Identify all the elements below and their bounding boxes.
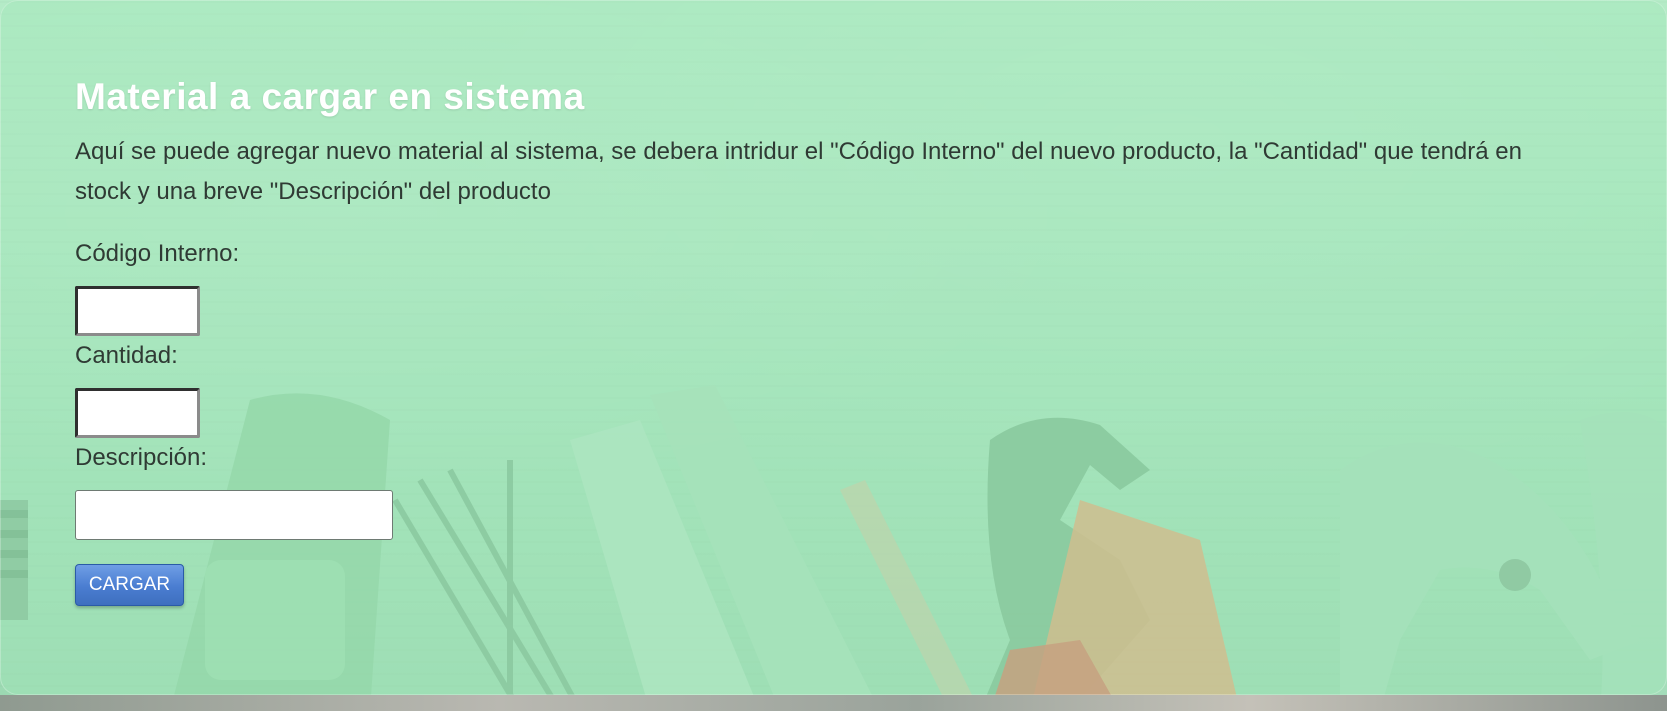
codigo-interno-label: Código Interno: — [75, 240, 240, 267]
descripcion-input[interactable] — [75, 490, 393, 540]
descripcion-label: Descripción: — [75, 444, 208, 471]
material-form: Código Interno: Cantidad: Descripción: C… — [75, 238, 1575, 606]
cantidad-label: Cantidad: — [75, 342, 178, 369]
tools-background: Material a cargar en sistema Aquí se pue… — [0, 0, 1667, 711]
bottom-strip — [0, 695, 1667, 711]
cargar-button[interactable]: CARGAR — [75, 564, 184, 606]
page-description: Aquí se puede agregar nuevo material al … — [75, 138, 1522, 205]
page-content: Material a cargar en sistema Aquí se pue… — [75, 72, 1575, 606]
cantidad-input[interactable] — [75, 388, 200, 438]
codigo-interno-input[interactable] — [75, 286, 200, 336]
page-title: Material a cargar en sistema — [75, 76, 585, 117]
